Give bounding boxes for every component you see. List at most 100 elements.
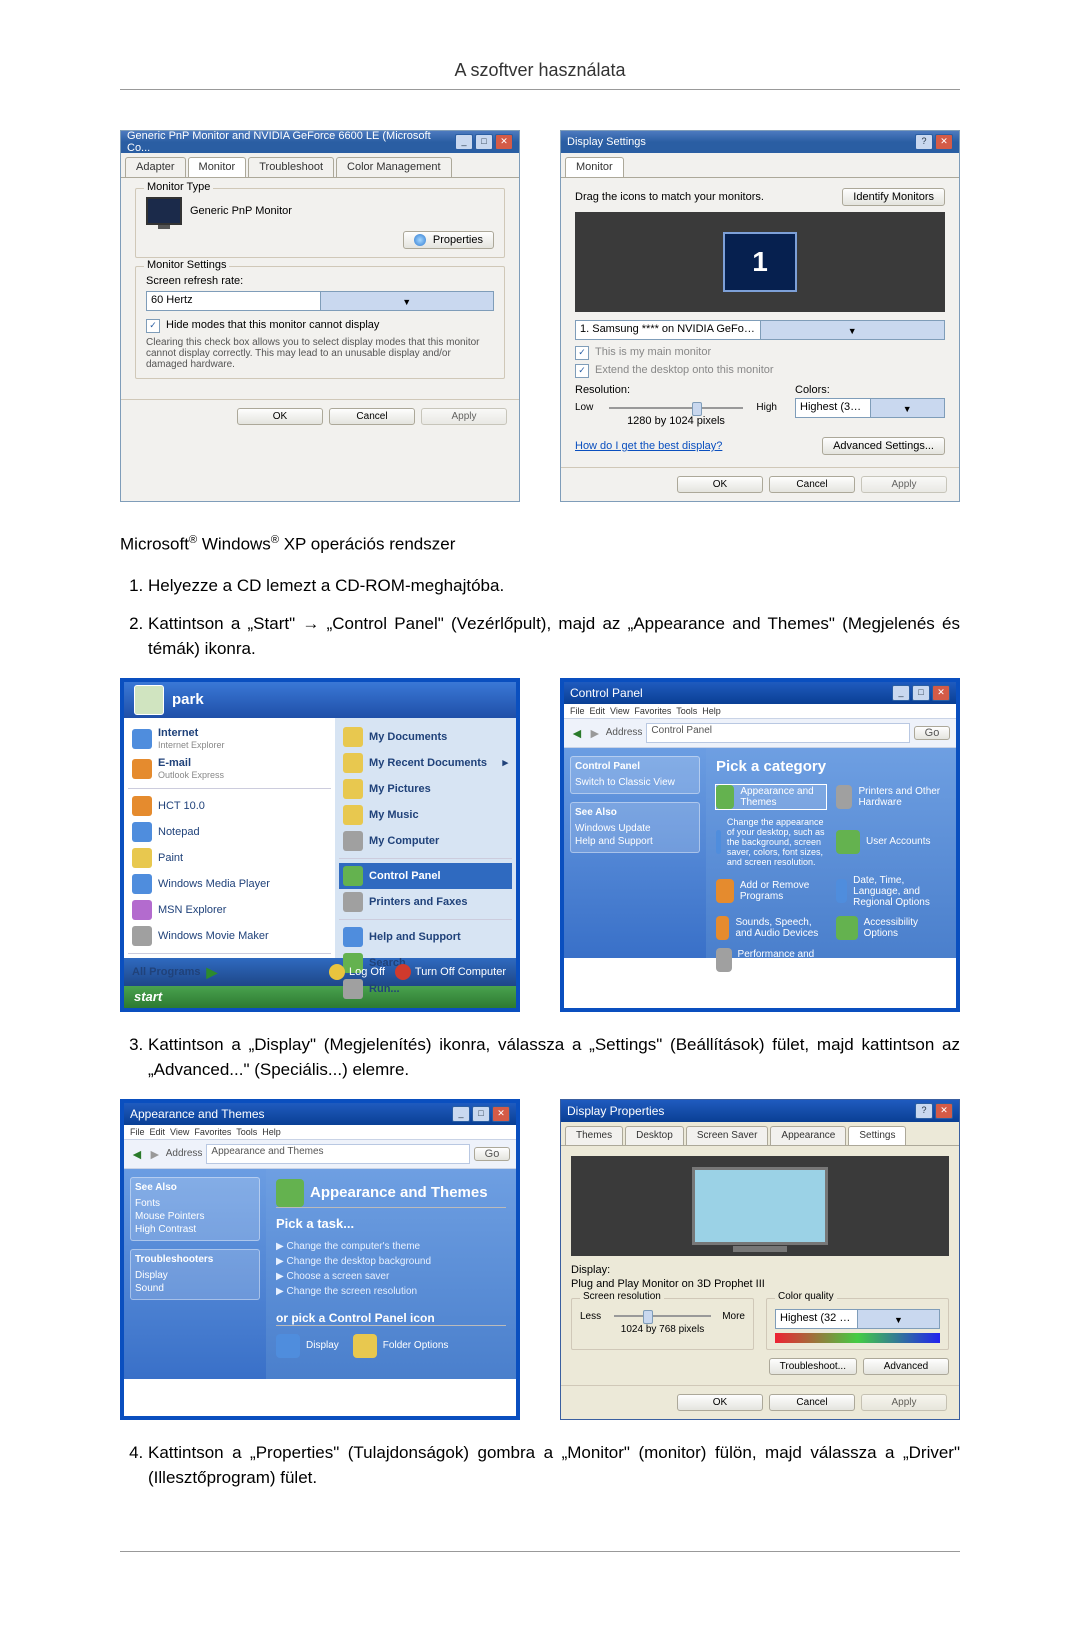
cat-appearance[interactable]: Appearance and Themes bbox=[716, 785, 826, 809]
help-button[interactable]: ? bbox=[915, 1103, 933, 1119]
windows-update-link[interactable]: Windows Update bbox=[575, 822, 695, 835]
menubar[interactable]: File Edit View Favorites Tools Help bbox=[124, 1125, 516, 1140]
minimize-button[interactable]: _ bbox=[455, 134, 473, 150]
tab-monitor[interactable]: Monitor bbox=[188, 157, 247, 177]
refresh-rate-select[interactable]: 60 Hertz ▼ bbox=[146, 291, 494, 311]
cat-accessibility[interactable]: Accessibility Options bbox=[836, 916, 946, 940]
menubar[interactable]: File Edit View Favorites Tools Help bbox=[564, 704, 956, 719]
tab-screensaver[interactable]: Screen Saver bbox=[686, 1126, 769, 1145]
cat-printers[interactable]: Printers and Other Hardware bbox=[836, 785, 946, 809]
cancel-button[interactable]: Cancel bbox=[329, 408, 415, 425]
my-music[interactable]: My Music bbox=[339, 802, 512, 828]
display-icon-link[interactable]: Display bbox=[276, 1334, 339, 1358]
forward-button[interactable]: ► bbox=[148, 1146, 162, 1162]
close-button[interactable]: ✕ bbox=[932, 685, 950, 701]
mouse-pointers-link[interactable]: Mouse Pointers bbox=[135, 1210, 255, 1223]
switch-classic-link[interactable]: Switch to Classic View bbox=[575, 776, 695, 789]
my-pictures[interactable]: My Pictures bbox=[339, 776, 512, 802]
start-item-notepad[interactable]: Notepad bbox=[128, 819, 331, 845]
cancel-button[interactable]: Cancel bbox=[769, 476, 855, 493]
best-display-link[interactable]: How do I get the best display? bbox=[575, 440, 722, 452]
folder-options-link[interactable]: Folder Options bbox=[353, 1334, 449, 1358]
monitor-select[interactable]: 1. Samsung **** on NVIDIA GeForce 6600 L… bbox=[575, 320, 945, 340]
color-quality-select[interactable]: Highest (32 bit) ▼ bbox=[775, 1309, 940, 1329]
my-documents[interactable]: My Documents bbox=[339, 724, 512, 750]
apply-button[interactable]: Apply bbox=[861, 476, 947, 493]
cat-sounds[interactable]: Sounds, Speech, and Audio Devices bbox=[716, 916, 826, 940]
my-recent-documents[interactable]: My Recent Documents▸ bbox=[339, 750, 512, 776]
tab-appearance[interactable]: Appearance bbox=[770, 1126, 846, 1145]
identify-monitors-button[interactable]: Identify Monitors bbox=[842, 188, 945, 206]
colors-select[interactable]: Highest (32 bit) ▼ bbox=[795, 398, 945, 418]
start-item-wmm[interactable]: Windows Movie Maker bbox=[128, 923, 331, 949]
ok-button[interactable]: OK bbox=[677, 1394, 763, 1411]
help-support-link[interactable]: Help and Support bbox=[575, 835, 695, 848]
go-button[interactable]: Go bbox=[914, 726, 950, 740]
maximize-button[interactable]: □ bbox=[475, 134, 493, 150]
tab-troubleshoot[interactable]: Troubleshoot bbox=[248, 157, 334, 177]
properties-button[interactable]: Properties bbox=[403, 231, 494, 249]
cat-network[interactable]: Change the appearance of your desktop, s… bbox=[716, 817, 826, 867]
minimize-button[interactable]: _ bbox=[892, 685, 910, 701]
high-contrast-link[interactable]: High Contrast bbox=[135, 1223, 255, 1236]
cat-users[interactable]: User Accounts bbox=[836, 817, 946, 867]
help-button[interactable]: ? bbox=[915, 134, 933, 150]
cancel-button[interactable]: Cancel bbox=[769, 1394, 855, 1411]
control-panel-item[interactable]: Control Panel bbox=[339, 863, 512, 889]
advanced-button[interactable]: Advanced bbox=[863, 1358, 949, 1375]
maximize-button[interactable]: □ bbox=[472, 1106, 490, 1122]
cat-datetime[interactable]: Date, Time, Language, and Regional Optio… bbox=[836, 875, 946, 908]
start-item-paint[interactable]: Paint bbox=[128, 845, 331, 871]
start-item-msn[interactable]: MSN Explorer bbox=[128, 897, 331, 923]
tab-themes[interactable]: Themes bbox=[565, 1126, 623, 1145]
task-resolution[interactable]: ▶ Change the screen resolution bbox=[276, 1284, 506, 1299]
fonts-link[interactable]: Fonts bbox=[135, 1197, 255, 1210]
task-background[interactable]: ▶ Change the desktop background bbox=[276, 1254, 506, 1269]
minimize-button[interactable]: _ bbox=[452, 1106, 470, 1122]
troubleshoot-button[interactable]: Troubleshoot... bbox=[769, 1358, 857, 1375]
task-theme[interactable]: ▶ Change the computer's theme bbox=[276, 1239, 506, 1254]
maximize-button[interactable]: □ bbox=[912, 685, 930, 701]
start-item-wmp[interactable]: Windows Media Player bbox=[128, 871, 331, 897]
start-item-hct[interactable]: HCT 10.0 bbox=[128, 793, 331, 819]
cat-addremove[interactable]: Add or Remove Programs bbox=[716, 875, 826, 908]
turn-off-button[interactable]: Turn Off Computer bbox=[395, 964, 506, 980]
forward-button[interactable]: ► bbox=[588, 725, 602, 741]
apply-button[interactable]: Apply bbox=[861, 1394, 947, 1411]
close-button[interactable]: ✕ bbox=[935, 1103, 953, 1119]
printers-faxes[interactable]: Printers and Faxes bbox=[339, 889, 512, 915]
address-field[interactable]: Control Panel bbox=[646, 723, 910, 743]
ok-button[interactable]: OK bbox=[677, 476, 763, 493]
resolution-slider[interactable]: Less More bbox=[580, 1311, 745, 1322]
go-button[interactable]: Go bbox=[474, 1147, 510, 1161]
close-button[interactable]: ✕ bbox=[492, 1106, 510, 1122]
ok-button[interactable]: OK bbox=[237, 408, 323, 425]
apply-button[interactable]: Apply bbox=[421, 408, 507, 425]
start-item-internet[interactable]: InternetInternet Explorer bbox=[128, 724, 331, 754]
tab-color-management[interactable]: Color Management bbox=[336, 157, 452, 177]
back-button[interactable]: ◄ bbox=[130, 1146, 144, 1162]
main-monitor-checkbox[interactable]: ✓This is my main monitor bbox=[575, 346, 945, 360]
tab-monitor[interactable]: Monitor bbox=[565, 157, 624, 177]
extend-desktop-checkbox[interactable]: ✓Extend the desktop onto this monitor bbox=[575, 364, 945, 378]
help-support[interactable]: Help and Support bbox=[339, 924, 512, 950]
task-screensaver[interactable]: ▶ Choose a screen saver bbox=[276, 1269, 506, 1284]
start-item-email[interactable]: E-mailOutlook Express bbox=[128, 754, 331, 784]
tab-adapter[interactable]: Adapter bbox=[125, 157, 186, 177]
advanced-settings-button[interactable]: Advanced Settings... bbox=[822, 437, 945, 455]
address-field[interactable]: Appearance and Themes bbox=[206, 1144, 470, 1164]
my-computer[interactable]: My Computer bbox=[339, 828, 512, 854]
close-button[interactable]: ✕ bbox=[495, 134, 513, 150]
monitor-arrangement[interactable]: 1 bbox=[575, 212, 945, 312]
ts-display-link[interactable]: Display bbox=[135, 1269, 255, 1282]
log-off-button[interactable]: Log Off bbox=[329, 964, 385, 980]
tab-desktop[interactable]: Desktop bbox=[625, 1126, 684, 1145]
close-button[interactable]: ✕ bbox=[935, 134, 953, 150]
monitor-1[interactable]: 1 bbox=[723, 232, 797, 292]
hide-modes-checkbox[interactable]: ✓ Hide modes that this monitor cannot di… bbox=[146, 319, 494, 333]
all-programs[interactable]: All Programs ▶ bbox=[128, 958, 331, 987]
ts-sound-link[interactable]: Sound bbox=[135, 1282, 255, 1295]
back-button[interactable]: ◄ bbox=[570, 725, 584, 741]
tab-settings[interactable]: Settings bbox=[848, 1126, 906, 1145]
cat-performance[interactable]: Performance and Maintenance bbox=[716, 948, 826, 972]
